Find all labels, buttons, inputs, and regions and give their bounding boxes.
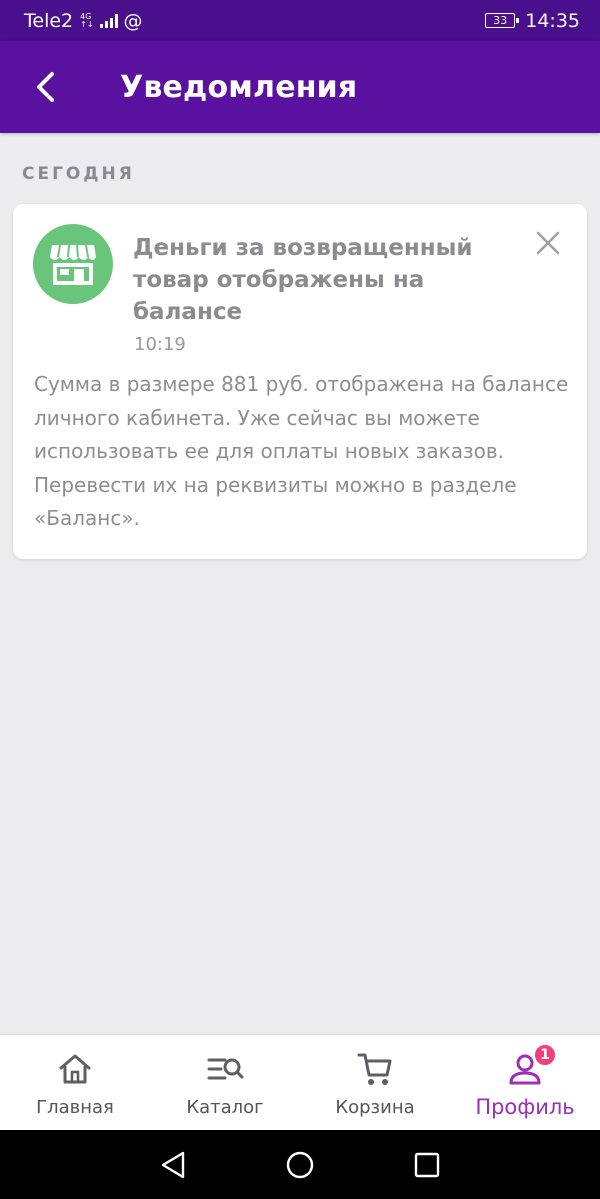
cart-icon: [357, 1053, 392, 1085]
signal-icon: [99, 13, 118, 28]
status-bar: Tele2 4G ↑↓ @ 33 14:35: [0, 0, 600, 41]
nav-catalog[interactable]: Каталог: [150, 1035, 300, 1130]
notification-title: Деньги за возвращенный товар отображены …: [133, 235, 473, 325]
notification-time: 10:19: [134, 334, 186, 355]
back-button[interactable]: [16, 57, 76, 117]
network-type: 4G ↑↓: [80, 12, 94, 29]
carrier-name: Tele2: [24, 9, 74, 32]
status-left: Tele2 4G ↑↓ @: [24, 10, 143, 32]
triangle-back-icon: [162, 1151, 185, 1178]
square-recents-icon: [414, 1152, 439, 1177]
profile-badge: 1: [533, 1043, 557, 1067]
notification-card[interactable]: Деньги за возвращенный товар отображены …: [13, 204, 587, 559]
clock: 14:35: [525, 9, 580, 32]
nav-profile-icon-wrap: 1: [505, 1043, 557, 1089]
nav-home-label: Главная: [36, 1097, 114, 1118]
system-back-button[interactable]: [153, 1145, 193, 1185]
status-right: 33 14:35: [485, 10, 580, 32]
notification-avatar: [33, 224, 113, 304]
app-bar: Уведомления: [0, 41, 600, 133]
at-icon: @: [123, 9, 143, 32]
nav-cart[interactable]: Корзина: [300, 1035, 450, 1130]
nav-profile[interactable]: 1 Профиль: [450, 1035, 600, 1130]
system-navigation-bar: [0, 1130, 600, 1199]
home-icon: [59, 1054, 91, 1084]
notification-body: Сумма в размере 881 руб. отображена на б…: [34, 372, 569, 530]
nav-cart-label: Корзина: [335, 1097, 415, 1118]
circle-home-icon: [286, 1151, 314, 1178]
page-title: Уведомления: [120, 69, 358, 105]
battery-icon: 33: [485, 13, 520, 28]
shop-icon: [50, 244, 96, 285]
chevron-left-icon: [37, 72, 54, 102]
nav-catalog-label: Каталог: [186, 1097, 264, 1118]
nav-home-icon-wrap: [55, 1049, 95, 1089]
nav-profile-label: Профиль: [475, 1095, 575, 1119]
close-icon: [536, 231, 560, 255]
catalog-search-icon: [207, 1058, 244, 1080]
nav-catalog-icon-wrap: [205, 1049, 245, 1089]
dismiss-button[interactable]: [531, 226, 565, 260]
network-activity: ↑↓: [80, 19, 94, 29]
system-recents-button[interactable]: [407, 1145, 447, 1185]
section-label-today: СЕГОДНЯ: [22, 164, 135, 184]
battery-level: 33: [493, 14, 508, 27]
nav-home[interactable]: Главная: [0, 1035, 150, 1130]
system-home-button[interactable]: [280, 1145, 320, 1185]
notifications-screen: Tele2 4G ↑↓ @ 33 14:35 Уведомления СЕГОД…: [0, 0, 600, 1199]
bottom-navigation: Главная Каталог Корзина 1 Профиль: [0, 1034, 600, 1130]
nav-cart-icon-wrap: [355, 1049, 395, 1089]
